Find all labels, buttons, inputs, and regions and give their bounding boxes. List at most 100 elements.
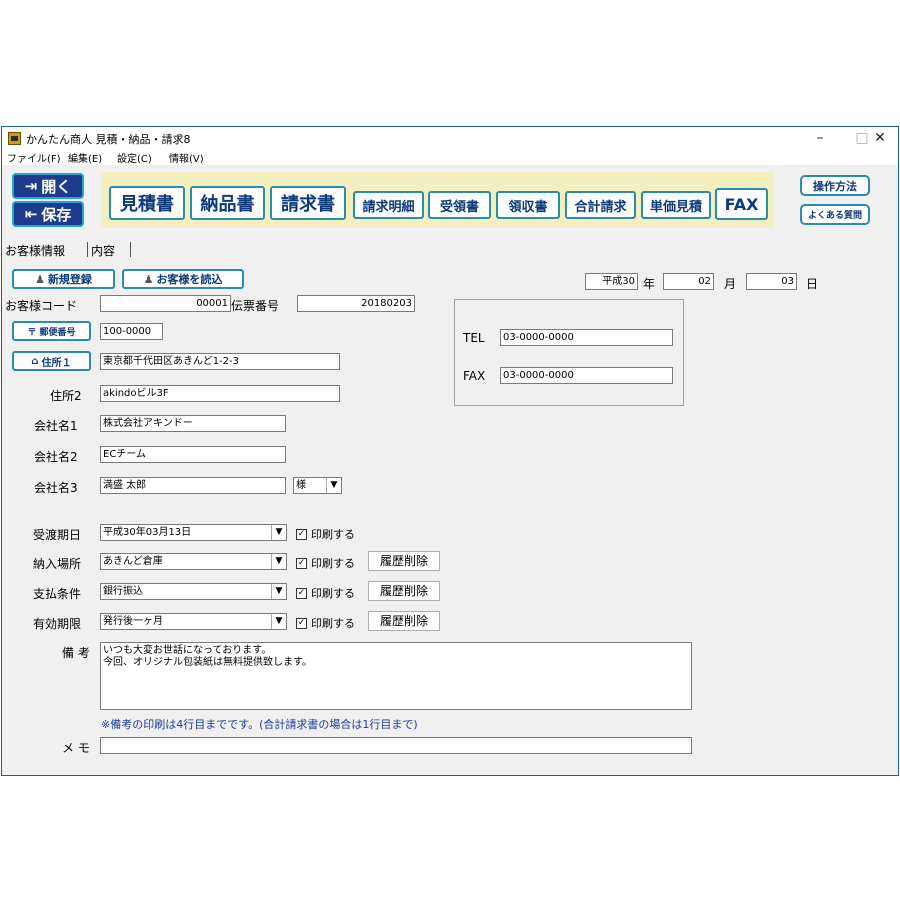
payment-terms-select[interactable]: 銀行振込 ▼ <box>100 583 287 600</box>
company2-field[interactable]: ECチーム <box>100 446 286 463</box>
honorific-value: 様 <box>296 480 306 491</box>
expiry-print-checkbox[interactable]: ✓ 印刷する <box>296 615 355 631</box>
help-button[interactable]: 操作方法 <box>800 175 870 196</box>
dropdown-arrow-icon: ▼ <box>326 478 341 493</box>
memo-field[interactable] <box>100 737 692 754</box>
honorific-select[interactable]: 様 ▼ <box>293 477 342 494</box>
title-bar: かんたん商人 見積・納品・請求8 – □ ✕ <box>2 127 898 149</box>
tab-customer-info[interactable]: お客様情報 <box>5 242 65 259</box>
payment-terms-label: 支払条件 <box>33 587 82 601</box>
receipt-acknowledgment-button[interactable]: 受領書 <box>428 191 491 219</box>
open-label: 開く <box>41 177 72 196</box>
memo-label: メ モ <box>62 741 90 755</box>
app-window: かんたん商人 見積・納品・請求8 – □ ✕ ファイル(F) 編集(E) 設定(… <box>1 126 899 776</box>
customer-code-field[interactable]: 00001 <box>100 295 231 312</box>
remarks-field[interactable]: いつも大変お世話になっております。 今回、オリジナル包装紙は無料提供致します。 <box>100 642 692 710</box>
postal-icon: 〒 <box>27 327 37 338</box>
invoice-button[interactable]: 請求書 <box>270 186 346 220</box>
print-label: 印刷する <box>311 557 355 570</box>
unit-price-estimate-button[interactable]: 単価見積 <box>641 191 711 219</box>
address1-button[interactable]: ⌂ 住所１ <box>12 351 91 371</box>
dropdown-arrow-icon: ▼ <box>271 614 286 629</box>
expiry-value: 発行後一ヶ月 <box>103 616 163 627</box>
person-icon: ♟ <box>35 272 45 286</box>
menu-info[interactable]: 情報(V) <box>169 150 204 165</box>
fax-button[interactable]: FAX <box>715 188 768 220</box>
address2-field[interactable]: akindoビル3F <box>100 385 340 402</box>
address2-label: 住所2 <box>50 389 82 403</box>
postal-code-button-label: 郵便番号 <box>39 327 76 338</box>
year-label: 年 <box>643 277 656 291</box>
menu-edit[interactable]: 編集(E) <box>68 150 102 165</box>
company1-label: 会社名1 <box>34 419 78 433</box>
customer-code-label: お客様コード <box>5 299 78 313</box>
remarks-note: ※備考の印刷は4行目までです。(合計請求書の場合は1行目まで) <box>101 718 418 731</box>
tab-divider <box>87 242 88 257</box>
payment-terms-print-checkbox[interactable]: ✓ 印刷する <box>296 585 355 601</box>
dropdown-arrow-icon: ▼ <box>271 554 286 569</box>
menu-settings[interactable]: 設定(C) <box>117 150 152 165</box>
delivery-place-select[interactable]: あきんど倉庫 ▼ <box>100 553 287 570</box>
slip-number-label: 伝票番号 <box>231 299 280 313</box>
address1-field[interactable]: 東京都千代田区あきんど1-2-3 <box>100 353 340 370</box>
checkbox-icon: ✓ <box>296 617 307 629</box>
remarks-line-1: いつも大変お世話になっております。 <box>103 645 272 656</box>
delivery-date-label: 受渡期日 <box>33 528 82 542</box>
company1-field[interactable]: 株式会社アキンドー <box>100 415 286 432</box>
postal-code-button[interactable]: 〒 郵便番号 <box>12 321 91 341</box>
month-field[interactable]: 02 <box>663 273 714 290</box>
tab-contents[interactable]: 内容 <box>91 242 115 259</box>
delivery-date-value: 平成30年03月13日 <box>103 527 192 538</box>
payment-terms-value: 銀行振込 <box>103 586 143 597</box>
window-title: かんたん商人 見積・納品・請求8 <box>26 133 191 146</box>
print-label: 印刷する <box>311 528 355 541</box>
faq-button[interactable]: よくある質問 <box>800 204 870 225</box>
load-customer-button[interactable]: ♟ お客様を読込 <box>122 269 244 289</box>
tel-field[interactable]: 03-0000-0000 <box>500 329 673 346</box>
date-era-field[interactable]: 平成30 <box>585 273 638 290</box>
invoice-detail-button[interactable]: 請求明細 <box>353 191 424 219</box>
company2-label: 会社名2 <box>34 450 78 464</box>
company3-field[interactable]: 満盛 太郎 <box>100 477 286 494</box>
expiry-history-delete-button[interactable]: 履歴削除 <box>368 611 440 631</box>
menu-bar: ファイル(F) 編集(E) 設定(C) 情報(V) <box>2 149 898 165</box>
remarks-line-2: 今回、オリジナル包装紙は無料提供致します。 <box>103 657 312 668</box>
open-button[interactable]: ⇥ 開く <box>12 173 84 199</box>
close-button[interactable]: ✕ <box>858 128 900 148</box>
delivery-place-value: あきんど倉庫 <box>103 556 163 567</box>
open-icon: ⇥ <box>24 177 38 195</box>
dropdown-arrow-icon: ▼ <box>271 584 286 599</box>
new-customer-button[interactable]: ♟ 新規登録 <box>12 269 115 289</box>
slip-number-field[interactable]: 20180203 <box>297 295 415 312</box>
expiry-select[interactable]: 発行後一ヶ月 ▼ <box>100 613 287 630</box>
save-button[interactable]: ⇤ 保存 <box>12 201 84 227</box>
delivery-note-button[interactable]: 納品書 <box>190 186 265 220</box>
new-customer-label: 新規登録 <box>47 273 92 286</box>
minimize-button[interactable]: – <box>798 128 842 148</box>
receipt-button[interactable]: 領収書 <box>496 191 560 219</box>
day-label: 日 <box>806 277 819 291</box>
total-invoice-button[interactable]: 合計請求 <box>565 191 636 219</box>
delivery-date-print-checkbox[interactable]: ✓ 印刷する <box>296 526 355 542</box>
fax-field[interactable]: 03-0000-0000 <box>500 367 673 384</box>
delivery-date-select[interactable]: 平成30年03月13日 ▼ <box>100 524 287 541</box>
estimate-button[interactable]: 見積書 <box>109 186 185 220</box>
save-label: 保存 <box>41 205 72 224</box>
remarks-label: 備 考 <box>62 646 90 660</box>
customer-info-panel: ♟ 新規登録 ♟ お客様を読込 平成30 年 02 月 03 日 お客様コード … <box>2 261 898 776</box>
house-icon: ⌂ <box>31 355 39 367</box>
address1-button-label: 住所１ <box>41 357 72 369</box>
print-label: 印刷する <box>311 617 355 630</box>
payment-terms-history-delete-button[interactable]: 履歴削除 <box>368 581 440 601</box>
delivery-place-label: 納入場所 <box>33 557 82 571</box>
menu-file[interactable]: ファイル(F) <box>7 150 61 165</box>
print-label: 印刷する <box>311 587 355 600</box>
dropdown-arrow-icon: ▼ <box>271 525 286 540</box>
expiry-label: 有効期限 <box>33 617 82 631</box>
person-icon: ♟ <box>143 272 154 286</box>
delivery-place-print-checkbox[interactable]: ✓ 印刷する <box>296 555 355 571</box>
delivery-place-history-delete-button[interactable]: 履歴削除 <box>368 551 440 571</box>
day-field[interactable]: 03 <box>746 273 797 290</box>
checkbox-icon: ✓ <box>296 528 307 540</box>
postal-code-field[interactable]: 100-0000 <box>100 323 163 340</box>
